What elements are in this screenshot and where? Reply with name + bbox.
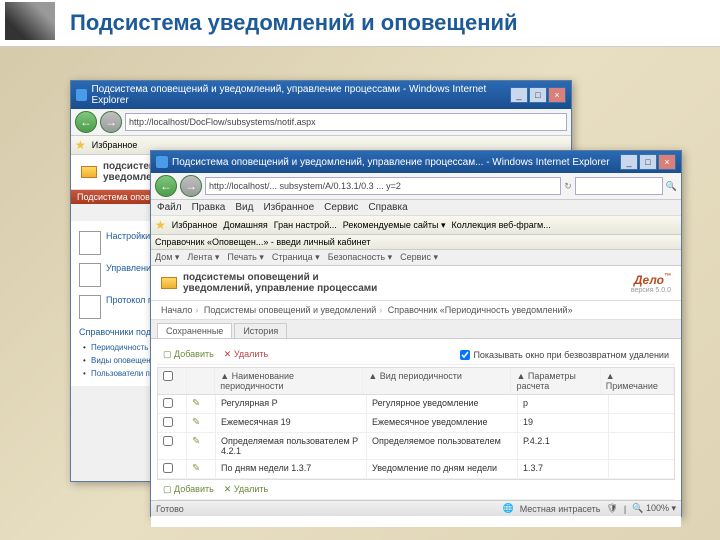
minimize-button[interactable]: _ <box>620 154 638 170</box>
data-grid: ▲ Наименование периодичности ▲ Вид перио… <box>157 367 675 480</box>
document-icon <box>79 263 101 287</box>
document-icon <box>79 295 101 319</box>
row-checkbox[interactable] <box>163 436 173 446</box>
mail-icon <box>161 277 177 289</box>
breadcrumb: Начало› Подсистемы оповещений и уведомле… <box>151 301 681 320</box>
select-all-checkbox[interactable] <box>163 371 173 381</box>
address-input[interactable]: http://localhost/DocFlow/subsystems/noti… <box>125 113 567 131</box>
menu-favorites[interactable]: Избранное <box>263 202 314 213</box>
webslice-link[interactable]: Коллекция веб-фрагм... <box>452 220 551 230</box>
menu-bar: Файл Правка Вид Избранное Сервис Справка <box>151 200 681 216</box>
rss-button[interactable]: Лента ▾ <box>187 252 219 263</box>
forward-button[interactable]: → <box>180 175 202 197</box>
slide-title: Подсистема уведомлений и оповещений <box>0 0 720 47</box>
menu-view[interactable]: Вид <box>235 202 253 213</box>
favorites-icon[interactable]: ★ <box>155 218 166 232</box>
bc-home[interactable]: Начало <box>161 305 192 315</box>
foreground-window: Подсистема оповещений и уведомлений, упр… <box>150 150 682 517</box>
command-bar: Дом ▾ Лента ▾ Печать ▾ Страница ▾ Безопа… <box>151 250 681 266</box>
tab-history[interactable]: История <box>234 323 287 338</box>
bc-current: Справочник «Периодичность уведомлений» <box>388 305 573 315</box>
back-button[interactable]: ← <box>75 111 97 133</box>
table-row[interactable]: ✎ Регулярная Р Регулярное уведомление р <box>158 395 674 414</box>
col-type[interactable]: ▲ Вид периодичности <box>363 368 511 394</box>
menu-file[interactable]: Файл <box>157 202 182 213</box>
forward-button[interactable]: → <box>100 111 122 133</box>
menu-edit[interactable]: Правка <box>192 202 226 213</box>
title-bar: Подсистема оповещений и уведомлений, упр… <box>71 81 571 109</box>
edit-icon[interactable]: ✎ <box>192 417 200 428</box>
delete-button-bottom[interactable]: ✕ Удалить <box>224 484 268 495</box>
search-input[interactable] <box>575 177 663 195</box>
edit-icon[interactable]: ✎ <box>192 398 200 409</box>
print-button[interactable]: Печать ▾ <box>227 252 264 263</box>
page-tab[interactable]: Справочник «Оповещен...» - введи личный … <box>155 237 370 247</box>
page-button[interactable]: Страница ▾ <box>272 252 320 263</box>
menu-tools[interactable]: Сервис <box>324 202 358 213</box>
window-title: Подсистема оповещений и уведомлений, упр… <box>91 84 506 106</box>
status-bar: Готово 🌐 Местная интрасеть 🛡 | 🔍 100% ▾ <box>151 500 681 516</box>
maximize-button[interactable]: □ <box>529 87 547 103</box>
edit-icon[interactable]: ✎ <box>192 463 200 474</box>
bc-section[interactable]: Подсистемы оповещений и уведомлений <box>204 305 376 315</box>
row-checkbox[interactable] <box>163 463 173 473</box>
table-row[interactable]: ✎ По дням недели 1.3.7 Уведомление по дн… <box>158 460 674 479</box>
document-icon <box>79 231 101 255</box>
safety-button[interactable]: Безопасность ▾ <box>328 252 392 263</box>
edit-icon[interactable]: ✎ <box>192 436 200 447</box>
search-icon[interactable]: 🔍 <box>666 181 677 192</box>
address-input[interactable]: http://localhost/... subsystem/A/0.13.1/… <box>205 177 561 195</box>
tab-saved[interactable]: Сохраненные <box>157 323 232 338</box>
version-label: версия 5.0.0 <box>631 287 671 294</box>
favorites-label[interactable]: Избранное <box>172 220 218 230</box>
zoom-label[interactable]: 🔍 100% ▾ <box>632 503 676 514</box>
status-ready: Готово <box>156 504 184 514</box>
menu-help[interactable]: Справка <box>368 202 407 213</box>
row-checkbox[interactable] <box>163 417 173 427</box>
row-checkbox[interactable] <box>163 398 173 408</box>
table-row[interactable]: ✎ Определяемая пользователем Р 4.2.1 Опр… <box>158 433 674 460</box>
home-button[interactable]: Дом ▾ <box>155 252 179 263</box>
ie-icon <box>76 89 87 101</box>
close-button[interactable]: × <box>658 154 676 170</box>
zone-label: Местная интрасеть <box>520 504 601 514</box>
title-bar: Подсистема оповещений и уведомлений, упр… <box>151 151 681 173</box>
add-button-bottom[interactable]: ▢ Добавить <box>163 484 214 495</box>
home-link[interactable]: Домашняя <box>223 220 267 230</box>
maximize-button[interactable]: □ <box>639 154 657 170</box>
minimize-button[interactable]: _ <box>510 87 528 103</box>
window-title: Подсистема оповещений и уведомлений, упр… <box>172 157 610 168</box>
tools-button[interactable]: Сервис ▾ <box>400 252 438 263</box>
delete-button[interactable]: ✕ Удалить <box>224 349 268 360</box>
back-button[interactable]: ← <box>155 175 177 197</box>
shield-icon: 🛡 <box>606 503 617 514</box>
recommended-link[interactable]: Рекомендуемые сайты ▾ <box>343 220 446 231</box>
mail-icon <box>81 166 97 178</box>
globe-icon: 🌐 <box>502 503 513 514</box>
favorites-icon[interactable]: ★ <box>75 138 86 152</box>
close-button[interactable]: × <box>548 87 566 103</box>
confirm-delete-checkbox[interactable]: Показывать окно при безвозвратном удален… <box>460 350 669 360</box>
col-name[interactable]: ▲ Наименование периодичности <box>215 368 363 394</box>
settings-link[interactable]: Гран настрой... <box>274 220 337 230</box>
add-button[interactable]: ▢ Добавить <box>163 349 214 360</box>
col-params[interactable]: ▲ Параметрырасчета <box>511 368 600 394</box>
ie-icon <box>156 156 168 168</box>
delo-logo: Дело <box>631 273 671 287</box>
col-note[interactable]: ▲ Примечание <box>601 368 674 394</box>
table-row[interactable]: ✎ Ежемесячная 19 Ежемесячное уведомление… <box>158 414 674 433</box>
